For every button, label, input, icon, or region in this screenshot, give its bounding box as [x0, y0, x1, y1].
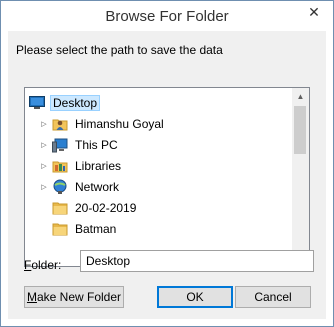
expand-arrow-icon[interactable]: ▷ — [39, 135, 49, 155]
scroll-up-arrow-icon[interactable]: ▲ — [292, 88, 309, 105]
tree-item-label: Himanshu Goyal — [75, 117, 164, 131]
computer-icon — [52, 137, 68, 153]
make-new-folder-button[interactable]: Make New Folder — [24, 286, 124, 308]
tree-item-this-pc[interactable]: ▷ This PC — [39, 135, 120, 155]
folder-icon — [52, 221, 68, 237]
libraries-icon — [52, 158, 68, 174]
folder-tree[interactable]: Desktop ▷ Himanshu Goyal ▷ This PC ▷ Lib… — [24, 87, 310, 267]
tree-item-desktop[interactable]: Desktop — [29, 93, 101, 113]
folder-field-label: Folder: — [24, 258, 62, 272]
browse-for-folder-dialog: Browse For Folder ✕ Please select the pa… — [0, 0, 334, 327]
tree-item-network[interactable]: ▷ Network — [39, 177, 121, 197]
scrollbar-thumb[interactable] — [294, 106, 306, 154]
dialog-body: Please select the path to save the data … — [8, 31, 326, 319]
expand-arrow-icon[interactable]: ▷ — [39, 156, 49, 176]
tree-item-libraries[interactable]: ▷ Libraries — [39, 156, 123, 176]
tree-item-label: Libraries — [75, 159, 122, 173]
tree-item-himanshu-goyal[interactable]: ▷ Himanshu Goyal — [39, 114, 166, 134]
dialog-title: Browse For Folder — [105, 8, 229, 25]
close-icon: ✕ — [308, 3, 320, 20]
instruction-text: Please select the path to save the data — [16, 43, 223, 57]
folder-path-input[interactable]: Desktop — [80, 250, 314, 272]
close-button[interactable]: ✕ — [300, 2, 328, 22]
tree-item-label: Network — [75, 180, 120, 194]
folder-icon — [52, 200, 68, 216]
tree-vertical-scrollbar[interactable]: ▲ ▼ — [292, 88, 309, 266]
tree-item-label: Batman — [75, 222, 117, 236]
desktop-icon — [29, 95, 45, 111]
user-folder-icon — [52, 116, 68, 132]
tree-item-label: Desktop — [50, 95, 101, 111]
tree-item-20-02-2019[interactable]: 20-02-2019 — [52, 198, 138, 218]
title-bar: Browse For Folder ✕ — [1, 1, 333, 31]
tree-item-label: This PC — [75, 138, 118, 152]
expand-arrow-icon[interactable]: ▷ — [39, 114, 49, 134]
expand-arrow-icon[interactable]: ▷ — [39, 177, 49, 197]
cancel-button[interactable]: Cancel — [235, 286, 311, 308]
tree-item-batman[interactable]: Batman — [52, 219, 118, 239]
network-icon — [52, 179, 68, 195]
tree-item-label: 20-02-2019 — [75, 201, 137, 215]
ok-button[interactable]: OK — [157, 286, 233, 308]
